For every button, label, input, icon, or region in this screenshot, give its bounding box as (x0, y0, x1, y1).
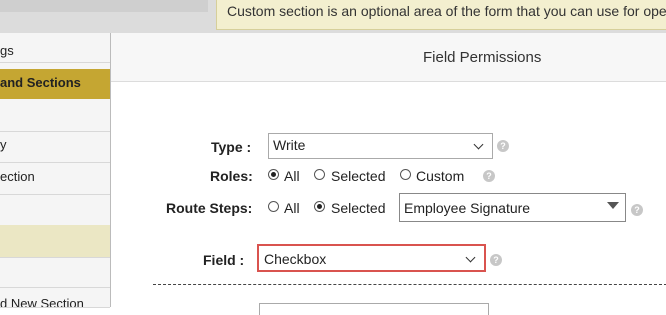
type-select[interactable]: Write (268, 133, 493, 159)
question-icon[interactable]: ? (483, 170, 495, 182)
field-label: Field : (203, 252, 245, 268)
roles-selected-label: Selected (331, 168, 386, 184)
route-steps-label: Route Steps: (166, 200, 253, 216)
sidebar-item-label: gs (0, 43, 14, 58)
sidebar-item-label: d New Section (0, 296, 84, 308)
question-icon[interactable]: ? (497, 140, 509, 152)
sidebar-item-highlighted[interactable] (0, 225, 110, 258)
roles-selected-radio[interactable] (314, 169, 325, 180)
chevron-down-icon (465, 252, 476, 263)
dialog-header: Field Permissions (111, 33, 666, 82)
top-bar: Custom section is an optional area of th… (0, 0, 666, 33)
sidebar-item-label: ection (0, 169, 35, 184)
field-select[interactable]: Checkbox (257, 244, 486, 272)
sidebar-item-empty[interactable] (0, 258, 110, 288)
route-steps-selected-label: Selected (331, 200, 386, 216)
roles-all-radio[interactable] (268, 169, 279, 180)
roles-custom-radio[interactable] (400, 169, 411, 180)
field-permissions-dialog: Field Permissions Type : Write ? Roles: … (110, 33, 666, 315)
route-steps-all-label: All (284, 200, 300, 216)
caret-down-icon (607, 202, 619, 209)
sidebar: gs and Sections y ection d New Section (0, 33, 110, 308)
roles-custom-label: Custom (416, 168, 465, 184)
sidebar-item-blank[interactable] (0, 99, 110, 132)
sidebar-item-label: y (0, 137, 7, 152)
route-steps-select[interactable]: Employee Signature (399, 193, 626, 222)
sidebar-item-add-new-section[interactable]: d New Section (0, 288, 110, 308)
question-icon[interactable]: ? (631, 204, 643, 216)
top-bar-left (0, 0, 208, 12)
roles-all-label: All (284, 168, 300, 184)
sidebar-item-settings[interactable]: gs (0, 33, 110, 63)
custom-section-notice: Custom section is an optional area of th… (216, 0, 666, 30)
question-icon[interactable]: ? (490, 254, 502, 266)
chevron-down-icon (473, 139, 484, 150)
field-select-value: Checkbox (264, 251, 327, 267)
type-label: Type : (211, 139, 252, 155)
sidebar-item-label: and Sections (0, 75, 81, 90)
next-field-box[interactable] (259, 303, 489, 315)
route-steps-all-radio[interactable] (268, 201, 279, 212)
section-divider (153, 284, 666, 285)
dialog-title: Field Permissions (423, 49, 542, 66)
sidebar-item-fields-and-sections[interactable]: and Sections (0, 69, 110, 99)
notice-text: Custom section is an optional area of th… (227, 3, 666, 19)
route-steps-select-value: Employee Signature (404, 200, 531, 216)
type-select-value: Write (273, 137, 306, 153)
route-steps-selected-radio[interactable] (314, 201, 325, 212)
sidebar-item-y[interactable]: y (0, 132, 110, 163)
sidebar-item-section[interactable]: ection (0, 163, 110, 195)
roles-label: Roles: (210, 168, 253, 184)
